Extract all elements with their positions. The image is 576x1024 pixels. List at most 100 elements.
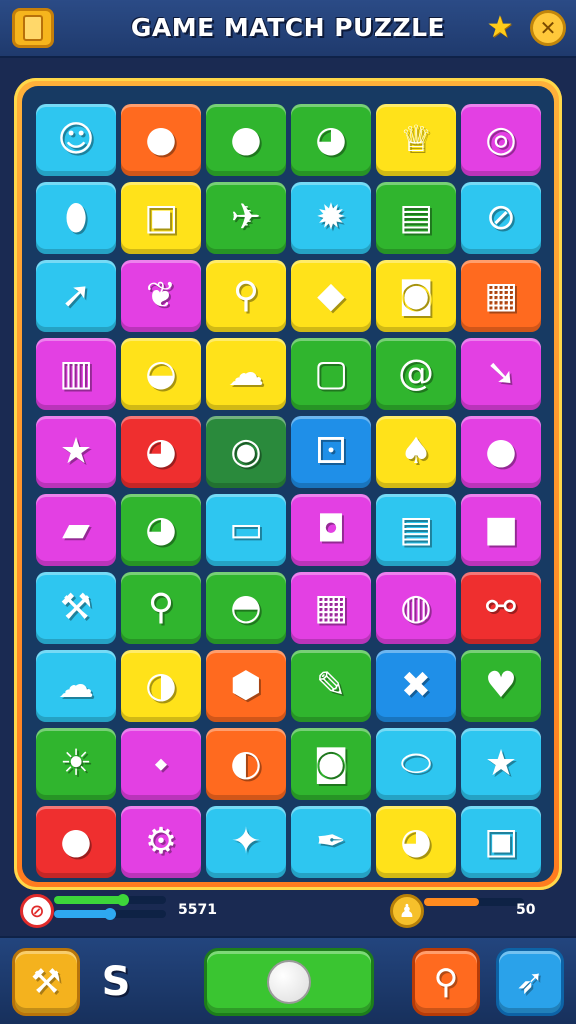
tile-r10-c1[interactable]: ● bbox=[36, 806, 116, 878]
tile-r10-c4[interactable]: ✒ bbox=[291, 806, 371, 878]
tile-r7-c3[interactable]: ◓ bbox=[206, 572, 286, 644]
green-ball-icon: ● bbox=[145, 119, 177, 160]
tile-r9-c2[interactable]: ⬩ bbox=[121, 728, 201, 800]
sun-face-icon: ☀ bbox=[59, 743, 93, 784]
tile-r2-c2[interactable]: ▣ bbox=[121, 182, 201, 254]
tile-r9-c3[interactable]: ◐ bbox=[206, 728, 286, 800]
bell-icon[interactable]: ♟ bbox=[390, 894, 424, 928]
tile-r3-c5[interactable]: ◙ bbox=[376, 260, 456, 332]
tile-r6-c1[interactable]: ▰ bbox=[36, 494, 116, 566]
green-progress-track bbox=[54, 894, 166, 906]
tile-r9-c5[interactable]: ⬭ bbox=[376, 728, 456, 800]
play-button[interactable] bbox=[204, 948, 374, 1016]
tile-r5-c5[interactable]: ♠ bbox=[376, 416, 456, 488]
tile-r8-c5[interactable]: ✖ bbox=[376, 650, 456, 722]
bear-face-icon: ◕ bbox=[145, 509, 177, 550]
tile-r9-c1[interactable]: ☀ bbox=[36, 728, 116, 800]
chest-icon: ▭ bbox=[228, 509, 263, 550]
game-title: GAME MATCH PUZZLE bbox=[130, 13, 446, 42]
blue-progress-knob bbox=[104, 908, 116, 920]
blue-progress-track bbox=[54, 908, 166, 920]
tile-r7-c6[interactable]: ⚯ bbox=[461, 572, 541, 644]
robot-icon: ⚀ bbox=[315, 431, 347, 472]
tile-r9-c6[interactable]: ★ bbox=[461, 728, 541, 800]
tile-r6-c4[interactable]: ◘ bbox=[291, 494, 371, 566]
tile-r3-c3[interactable]: ⚲ bbox=[206, 260, 286, 332]
tile-r2-c4[interactable]: ✹ bbox=[291, 182, 371, 254]
apple-icon: ● bbox=[60, 821, 92, 862]
tile-r5-c4[interactable]: ⚀ bbox=[291, 416, 371, 488]
marker-icon: ✎ bbox=[315, 665, 347, 706]
tile-r1-c2[interactable]: ● bbox=[121, 104, 201, 176]
crystal-ball-icon: ◍ bbox=[400, 587, 432, 628]
search-icon: ⚲ bbox=[147, 587, 175, 628]
tile-r10-c3[interactable]: ✦ bbox=[206, 806, 286, 878]
star-icon: ★ bbox=[486, 10, 514, 45]
tile-r8-c2[interactable]: ◑ bbox=[121, 650, 201, 722]
monkey-face-icon: ◕ bbox=[315, 119, 347, 160]
tile-r8-c3[interactable]: ⬢ bbox=[206, 650, 286, 722]
tile-r1-c4[interactable]: ◕ bbox=[291, 104, 371, 176]
hint-button[interactable]: ⚲ bbox=[412, 948, 480, 1016]
tile-r6-c3[interactable]: ▭ bbox=[206, 494, 286, 566]
tile-r1-c3[interactable]: ● bbox=[206, 104, 286, 176]
score-value: 5571 bbox=[178, 902, 217, 918]
tile-r4-c3[interactable]: ☁ bbox=[206, 338, 286, 410]
tile-r3-c1[interactable]: ➚ bbox=[36, 260, 116, 332]
tile-r6-c6[interactable]: ■ bbox=[461, 494, 541, 566]
x-mark-icon: ✖ bbox=[400, 665, 432, 706]
cloud-face-icon: ☁ bbox=[228, 353, 264, 394]
tile-r7-c2[interactable]: ⚲ bbox=[121, 572, 201, 644]
star-flag-icon: ★ bbox=[59, 431, 93, 472]
tile-r10-c5[interactable]: ◕ bbox=[376, 806, 456, 878]
no-moves-icon[interactable]: ⊘ bbox=[20, 894, 54, 928]
tile-r5-c3[interactable]: ◉ bbox=[206, 416, 286, 488]
tile-r4-c1[interactable]: ▥ bbox=[36, 338, 116, 410]
close-button[interactable]: ✕ bbox=[530, 10, 566, 46]
tile-r3-c2[interactable]: ❦ bbox=[121, 260, 201, 332]
tile-r2-c3[interactable]: ✈ bbox=[206, 182, 286, 254]
cube-icon: ■ bbox=[483, 509, 518, 550]
tile-r4-c6[interactable]: ➘ bbox=[461, 338, 541, 410]
gift-box-icon: ▦ bbox=[483, 275, 518, 316]
tile-r6-c2[interactable]: ◕ bbox=[121, 494, 201, 566]
tile-r6-c5[interactable]: ▤ bbox=[376, 494, 456, 566]
tile-r1-c1[interactable]: ☺ bbox=[36, 104, 116, 176]
tile-r5-c1[interactable]: ★ bbox=[36, 416, 116, 488]
paper-plane-icon: ✈ bbox=[230, 197, 262, 238]
tile-r2-c5[interactable]: ▤ bbox=[376, 182, 456, 254]
star-button[interactable]: ★ bbox=[482, 8, 518, 48]
gear-star-icon: ✹ bbox=[315, 197, 347, 238]
rugby-ball-icon: ⬮ bbox=[64, 197, 88, 238]
tile-r8-c4[interactable]: ✎ bbox=[291, 650, 371, 722]
progress-area: ⊘ 5571 ♟ 50 bbox=[0, 890, 576, 932]
tools-icon: ⚒ bbox=[59, 587, 93, 628]
tile-r10-c6[interactable]: ▣ bbox=[461, 806, 541, 878]
notebook-button[interactable] bbox=[12, 8, 54, 48]
tile-r4-c5[interactable]: @ bbox=[376, 338, 456, 410]
shuffle-button[interactable]: ➶ bbox=[496, 948, 564, 1016]
tile-r7-c4[interactable]: ▦ bbox=[291, 572, 371, 644]
tile-r5-c6[interactable]: ● bbox=[461, 416, 541, 488]
tools-button[interactable]: ⚒ bbox=[12, 948, 80, 1016]
tile-r5-c2[interactable]: ◕ bbox=[121, 416, 201, 488]
snail-icon: @ bbox=[398, 353, 434, 394]
tile-r3-c6[interactable]: ▦ bbox=[461, 260, 541, 332]
tile-r7-c1[interactable]: ⚒ bbox=[36, 572, 116, 644]
tile-r10-c2[interactable]: ⚙ bbox=[121, 806, 201, 878]
tile-r2-c6[interactable]: ⊘ bbox=[461, 182, 541, 254]
tile-r7-c5[interactable]: ◍ bbox=[376, 572, 456, 644]
tile-r1-c6[interactable]: ◎ bbox=[461, 104, 541, 176]
tile-r8-c6[interactable]: ♥ bbox=[461, 650, 541, 722]
tile-r4-c2[interactable]: ◒ bbox=[121, 338, 201, 410]
tile-r2-c1[interactable]: ⬮ bbox=[36, 182, 116, 254]
tile-r8-c1[interactable]: ☁ bbox=[36, 650, 116, 722]
tile-r1-c5[interactable]: ♕ bbox=[376, 104, 456, 176]
tile-r3-c4[interactable]: ◆ bbox=[291, 260, 371, 332]
crowned-face-icon: ♕ bbox=[399, 119, 433, 160]
oval-gem-icon: ⬭ bbox=[400, 743, 432, 784]
close-icon: ✕ bbox=[539, 16, 557, 40]
tile-r9-c4[interactable]: ◙ bbox=[291, 728, 371, 800]
scroll-icon: ▤ bbox=[398, 509, 433, 550]
tile-r4-c4[interactable]: ▢ bbox=[291, 338, 371, 410]
